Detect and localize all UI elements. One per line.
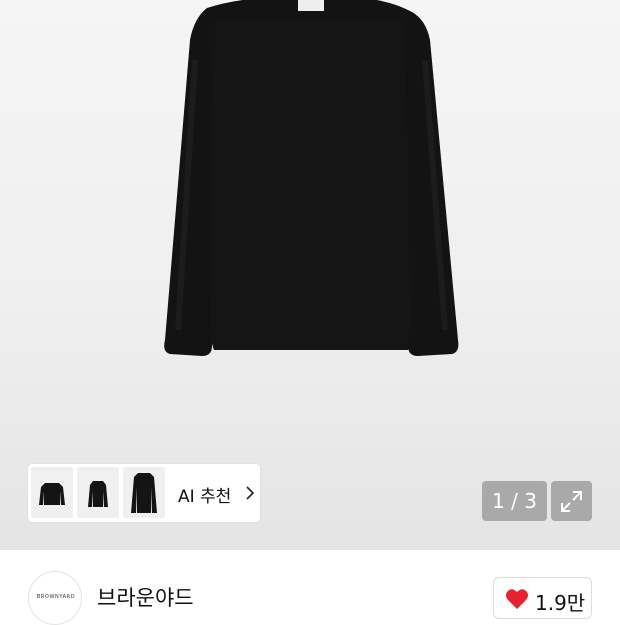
like-count: 1.9만 — [535, 591, 586, 615]
expand-image-button[interactable] — [551, 481, 592, 521]
chevron-right-icon — [246, 486, 255, 500]
ai-recommend-label[interactable]: AI 추천 — [178, 482, 231, 507]
recommend-thumbnail[interactable] — [31, 467, 73, 518]
product-image-gallery[interactable]: AI 추천 1 / 3 — [0, 0, 620, 550]
like-button[interactable]: 1.9만 — [493, 577, 592, 619]
brand-logo-text: BROWNYARD — [36, 594, 76, 600]
brand-logo[interactable]: BROWNYARD — [28, 571, 82, 625]
image-counter: 1 / 3 — [482, 481, 547, 521]
brand-bar: BROWNYARD 브라운야드 1.9만 — [0, 550, 620, 625]
expand-arrows-icon — [561, 491, 582, 512]
ai-recommend-strip[interactable]: AI 추천 — [28, 464, 260, 522]
heart-icon — [506, 589, 528, 609]
recommend-thumbnail[interactable] — [77, 467, 119, 518]
brand-name[interactable]: 브라운야드 — [97, 582, 194, 612]
recommend-thumbnail[interactable] — [123, 467, 165, 518]
